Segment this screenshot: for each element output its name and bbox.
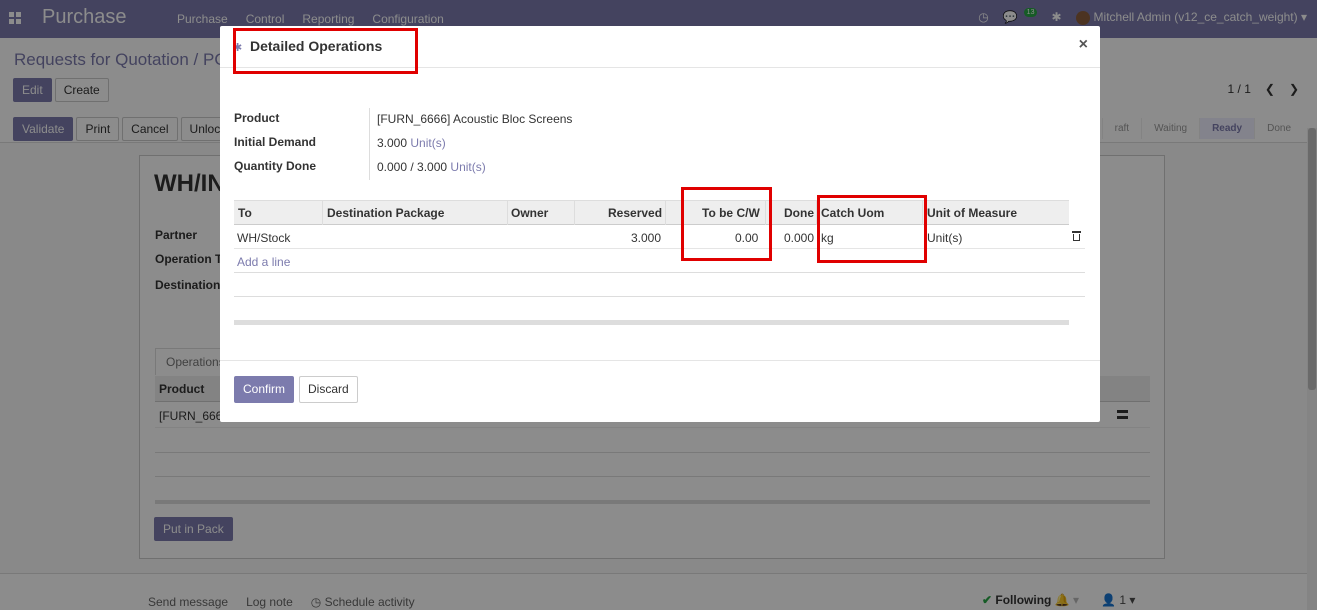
quantity-done-uom[interactable]: Unit(s) [450,160,485,174]
column-separator [574,201,575,225]
cell-catch-uom[interactable]: kg [821,231,834,245]
cell-to[interactable]: WH/Stock [237,231,290,245]
dialog-footer: Confirm Discard [220,360,1100,422]
initial-demand-qty: 3.000 [377,136,408,150]
initial-demand-label: Initial Demand [234,135,317,149]
initial-demand-value: 3.000 Unit(s) [377,136,446,150]
detailed-operations-dialog: ✱ Detailed Operations × Product [FURN_66… [220,26,1100,422]
product-link[interactable]: [FURN_6666] Acoustic Bloc Screens [377,112,572,126]
column-separator [765,201,766,225]
discard-button[interactable]: Discard [299,376,358,403]
cell-reserved: 3.000 [631,231,662,245]
column-separator [922,201,923,225]
quantity-done-qty: 0.000 / 3.000 [377,160,448,174]
column-unit-of-measure[interactable]: Unit of Measure [927,206,1017,220]
close-icon[interactable]: × [1079,36,1088,54]
confirm-button[interactable]: Confirm [234,376,295,403]
initial-demand-uom[interactable]: Unit(s) [410,136,445,150]
trash-icon[interactable] [1072,231,1081,242]
column-owner[interactable]: Owner [511,206,548,220]
move-lines-table: To Destination Package Owner Reserved To… [234,200,1085,297]
cell-done[interactable]: 0.000 [784,231,814,245]
product-label: Product [234,111,280,125]
quantity-done-label: Quantity Done [234,159,317,173]
column-to-be-cw[interactable]: To be C/W [702,206,760,220]
table-horizontal-scrollbar[interactable] [234,320,1069,325]
divider [369,108,370,180]
dialog-title: Detailed Operations [250,38,383,54]
column-destination-package[interactable]: Destination Package [327,206,444,220]
column-done[interactable]: Done [784,206,814,220]
cell-unit-of-measure[interactable]: Unit(s) [927,231,962,245]
asterisk-icon: ✱ [233,42,243,54]
empty-row [234,273,1085,297]
cell-to-be-cw[interactable]: 0.00 [735,231,758,245]
column-catch-uom[interactable]: Catch Uom [821,206,884,220]
column-reserved[interactable]: Reserved [608,206,662,220]
column-separator [507,201,508,225]
column-to[interactable]: To [238,206,252,220]
column-separator [816,201,817,225]
add-line-link[interactable]: Add a line [237,255,290,269]
add-line-row: Add a line [234,249,1085,273]
table-header: To Destination Package Owner Reserved To… [234,200,1069,225]
table-row[interactable]: WH/Stock 3.000 0.00 0.000 kg Unit(s) [234,225,1085,249]
dialog-header: ✱ Detailed Operations × [220,26,1100,68]
column-separator [665,201,666,225]
column-separator [322,201,323,225]
quantity-done-value: 0.000 / 3.000 Unit(s) [377,160,486,174]
